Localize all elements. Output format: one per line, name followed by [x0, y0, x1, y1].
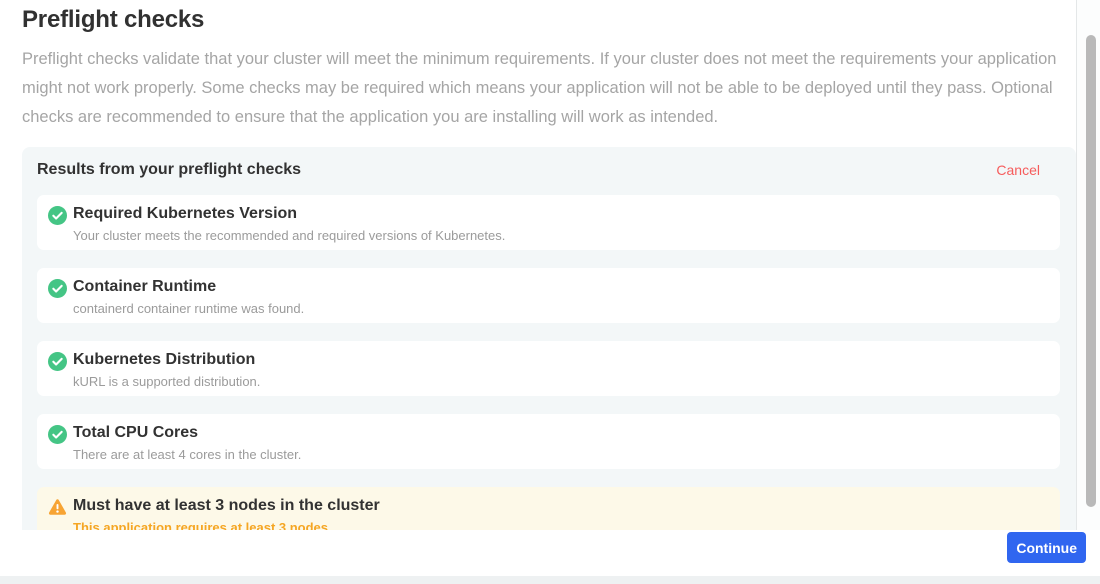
check-title: Total CPU Cores — [73, 423, 1050, 442]
results-panel-title: Results from your preflight checks — [37, 161, 301, 179]
check-description: There are at least 4 cores in the cluste… — [73, 447, 1050, 462]
check-result-row: Kubernetes Distribution kURL is a suppor… — [37, 341, 1060, 396]
check-description: This application requires at least 3 nod… — [73, 520, 1050, 530]
results-panel: Results from your preflight checks Cance… — [22, 147, 1076, 530]
footer: Continue — [0, 530, 1100, 576]
check-circle-icon — [48, 352, 67, 371]
check-description: kURL is a supported distribution. — [73, 374, 1050, 389]
check-title: Required Kubernetes Version — [73, 204, 1050, 223]
results-panel-header: Results from your preflight checks Cance… — [37, 159, 1040, 181]
check-title: Must have at least 3 nodes in the cluste… — [73, 496, 1050, 515]
checks-list: Required Kubernetes Version Your cluster… — [37, 195, 1060, 530]
warning-triangle-icon — [48, 498, 67, 517]
check-circle-icon — [48, 279, 67, 298]
check-result-row: Must have at least 3 nodes in the cluste… — [37, 487, 1060, 530]
check-result-row: Total CPU Cores There are at least 4 cor… — [37, 414, 1060, 469]
check-title: Container Runtime — [73, 277, 1050, 296]
vertical-scrollbar — [1076, 0, 1100, 530]
preflight-page: Preflight checks Preflight checks valida… — [0, 0, 1100, 584]
scrollbar-thumb[interactable] — [1086, 35, 1096, 507]
page-title: Preflight checks — [22, 7, 1076, 33]
check-result-row: Container Runtime containerd container r… — [37, 268, 1060, 323]
check-description: containerd container runtime was found. — [73, 301, 1050, 316]
cancel-link[interactable]: Cancel — [996, 162, 1040, 178]
check-result-row: Required Kubernetes Version Your cluster… — [37, 195, 1060, 250]
bottom-strip — [0, 576, 1100, 584]
check-title: Kubernetes Distribution — [73, 350, 1050, 369]
check-circle-icon — [48, 206, 67, 225]
check-description: Your cluster meets the recommended and r… — [73, 228, 1050, 243]
continue-button[interactable]: Continue — [1007, 532, 1086, 563]
page-content: Preflight checks Preflight checks valida… — [0, 0, 1100, 530]
check-circle-icon — [48, 425, 67, 444]
scroll-region: Preflight checks Preflight checks valida… — [0, 0, 1100, 530]
page-description: Preflight checks validate that your clus… — [22, 45, 1076, 132]
